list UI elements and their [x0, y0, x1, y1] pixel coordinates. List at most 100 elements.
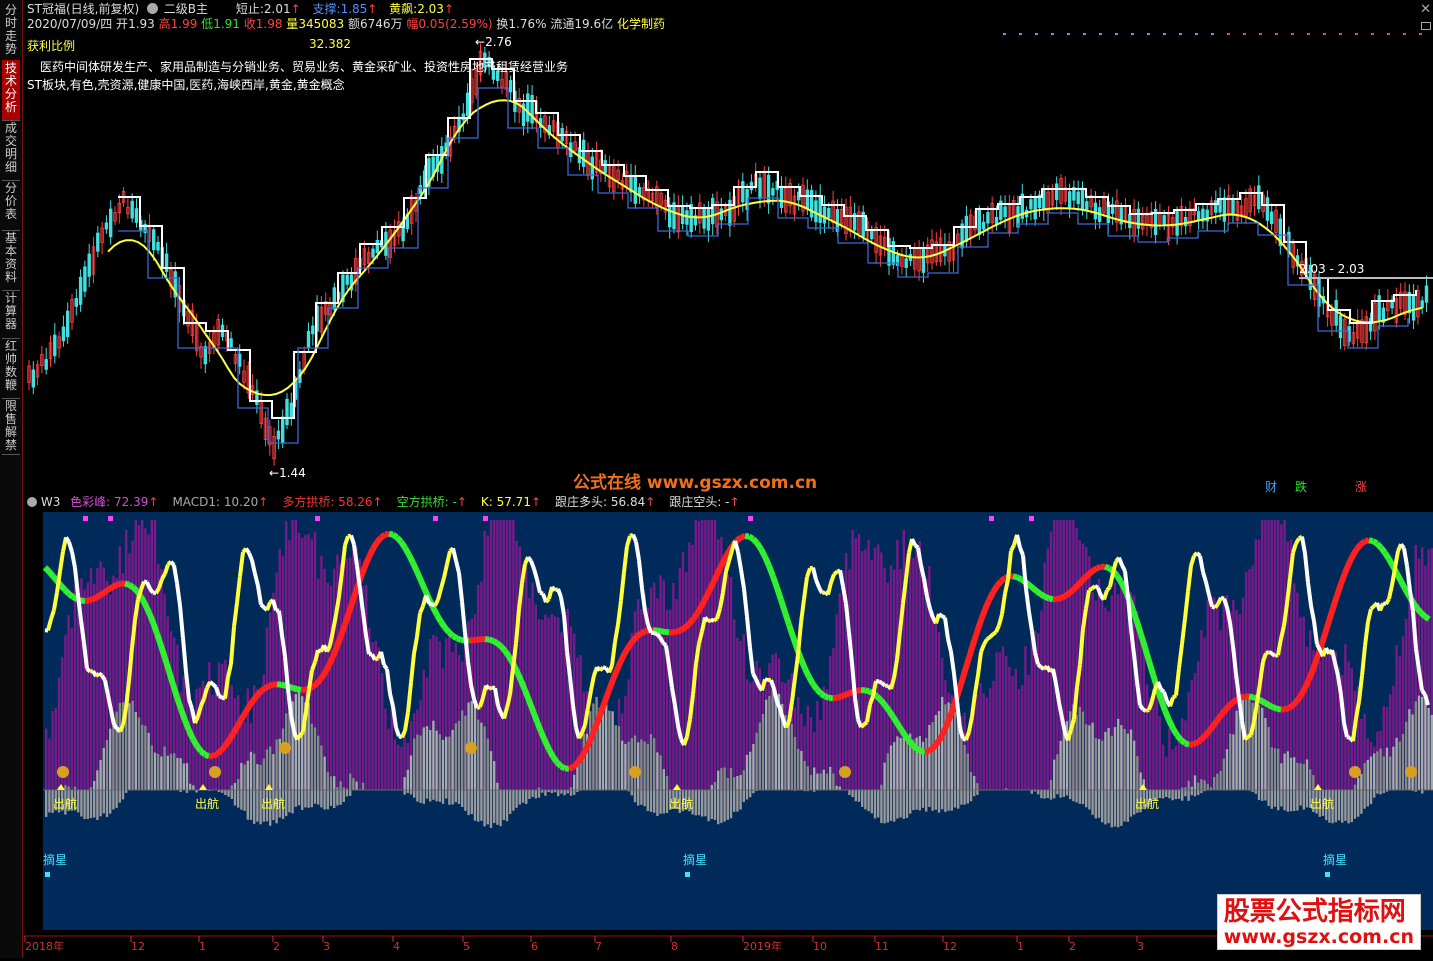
kline-segment [120, 725, 123, 731]
dropdown-icon[interactable] [147, 3, 158, 14]
sidebar-tab-6[interactable]: 红帅数鞭 [2, 338, 20, 399]
gray-bar [445, 737, 447, 790]
indicator-name[interactable]: 二级B主 [164, 2, 208, 16]
gray-bar [1389, 756, 1391, 790]
gray-bar [176, 758, 178, 790]
candle-body [767, 175, 770, 203]
up-arrow-icon: ↑ [258, 495, 268, 509]
kline-segment [1146, 710, 1149, 711]
gray-neg-bar [864, 790, 866, 809]
gray-neg-bar [1069, 790, 1071, 799]
purple-bar [688, 542, 690, 790]
gray-bar [1114, 727, 1116, 790]
purple-bar [1200, 630, 1202, 790]
gray-bar [1187, 781, 1189, 790]
purple-bar [1005, 656, 1007, 790]
gray-neg-bar [528, 790, 530, 799]
bridge-line-segment [1397, 574, 1401, 582]
sidebar-tab-2[interactable]: 成交明细 [2, 120, 20, 181]
gray-neg-bar [413, 790, 415, 798]
sector-link[interactable]: 化学制药 [617, 17, 665, 31]
purple-bar [1197, 662, 1199, 790]
gray-neg-bar [663, 790, 665, 814]
sidebar-tab-3[interactable]: 分价表 [2, 180, 20, 231]
kline-segment [99, 673, 102, 675]
close-icon[interactable]: ✕ [1420, 2, 1431, 17]
gray-bar [647, 744, 649, 790]
money-bag-icon [209, 766, 221, 778]
gray-neg-bar [531, 790, 533, 797]
time-axis-label: 2 [1069, 940, 1076, 953]
gray-neg-bar [1117, 790, 1119, 827]
bridge-line-segment [545, 741, 549, 749]
concept-tags: ST板块,有色,壳资源,健康中国,医药,海峡西岸,黄金,黄金概念 [27, 76, 345, 93]
bridge-line-segment [49, 571, 53, 576]
gray-neg-bar [119, 790, 121, 803]
signal-dot [1243, 33, 1246, 35]
kline-segment [150, 589, 153, 593]
candle-body [780, 186, 783, 207]
candle-body [703, 209, 706, 228]
dropdown-icon[interactable] [27, 497, 37, 507]
kline-segment [546, 599, 549, 602]
time-axis-label: 6 [531, 940, 538, 953]
kline-segment [102, 676, 105, 681]
purple-bar [736, 638, 738, 790]
candle-body [1412, 295, 1415, 320]
time-axis-label: 1 [199, 940, 206, 953]
gray-neg-bar [1421, 790, 1423, 794]
purple-bar [221, 664, 223, 790]
sidebar-tab-4[interactable]: 基本资料 [2, 230, 20, 291]
gray-neg-bar [666, 790, 668, 813]
watermark-line2: www.gszx.com.cn [1224, 927, 1414, 947]
indicator-panel-name[interactable]: W3 [41, 495, 61, 509]
gray-neg-bar [1344, 790, 1346, 821]
bridge-line-segment [129, 585, 133, 588]
bridge-line-segment [977, 620, 981, 632]
bridge-line-segment [1305, 679, 1309, 688]
kline-segment [1011, 545, 1014, 551]
kline-segment [1038, 664, 1041, 667]
gray-bar [1421, 697, 1423, 790]
sidebar-tab-7[interactable]: 限售解禁 [2, 398, 20, 455]
up-arrow-icon: ↑ [531, 495, 541, 509]
kline-segment [648, 625, 651, 633]
gray-bar [1136, 756, 1138, 790]
bridge-line-segment [817, 690, 821, 694]
sidebar-tab-0[interactable]: 分时走势 [2, 2, 20, 61]
indicator-panel[interactable]: 出航出航出航出航出航出航摘星摘星摘星2018年12123456782019年10… [23, 490, 1433, 958]
bridge-line-segment [245, 707, 249, 714]
candle-body [307, 331, 310, 348]
price-chart-panel[interactable]: ST冠福(日线,前复权) 二级B主 短止:2.01↑ 支撑:1.85↑ 黄飙:2… [23, 0, 1433, 490]
restore-icon[interactable] [1421, 22, 1431, 30]
purple-bar [871, 560, 873, 790]
stock-name[interactable]: ST冠福(日线,前复权) [27, 2, 139, 16]
bridge-line-segment [221, 746, 225, 751]
candle-body [509, 80, 512, 91]
bridge-line-segment [553, 757, 557, 763]
gray-neg-bar [1290, 790, 1292, 811]
kline-segment [1371, 606, 1374, 609]
kline-segment [714, 619, 717, 621]
bridge-line-segment [781, 600, 785, 612]
gray-bar [624, 744, 626, 790]
gray-neg-bar [1059, 790, 1061, 798]
candle-body [1163, 216, 1166, 226]
purple-bar [1184, 720, 1186, 790]
kline-segment [753, 674, 756, 680]
bridge-line-segment [369, 549, 373, 557]
quote-row: 2020/07/09/四 开1.93 高1.99 低1.91 收1.98 量34… [27, 15, 665, 32]
purple-bar [704, 520, 706, 790]
bridge-line-segment [1373, 541, 1377, 543]
candle-body [312, 326, 315, 334]
bridge-line-segment [325, 665, 329, 672]
gray-neg-bar [224, 790, 226, 795]
kline-segment [210, 682, 213, 684]
gray-neg-bar [1095, 790, 1097, 818]
indicator-value-5: 跟庄多头: 56.84 [555, 495, 645, 509]
gray-bar [157, 754, 159, 790]
bridge-line-segment [293, 688, 297, 689]
signal-square-icon [685, 872, 690, 877]
sidebar-tab-1[interactable]: 技术分析 [2, 60, 20, 121]
sidebar-tab-5[interactable]: 计算器 [2, 290, 20, 339]
